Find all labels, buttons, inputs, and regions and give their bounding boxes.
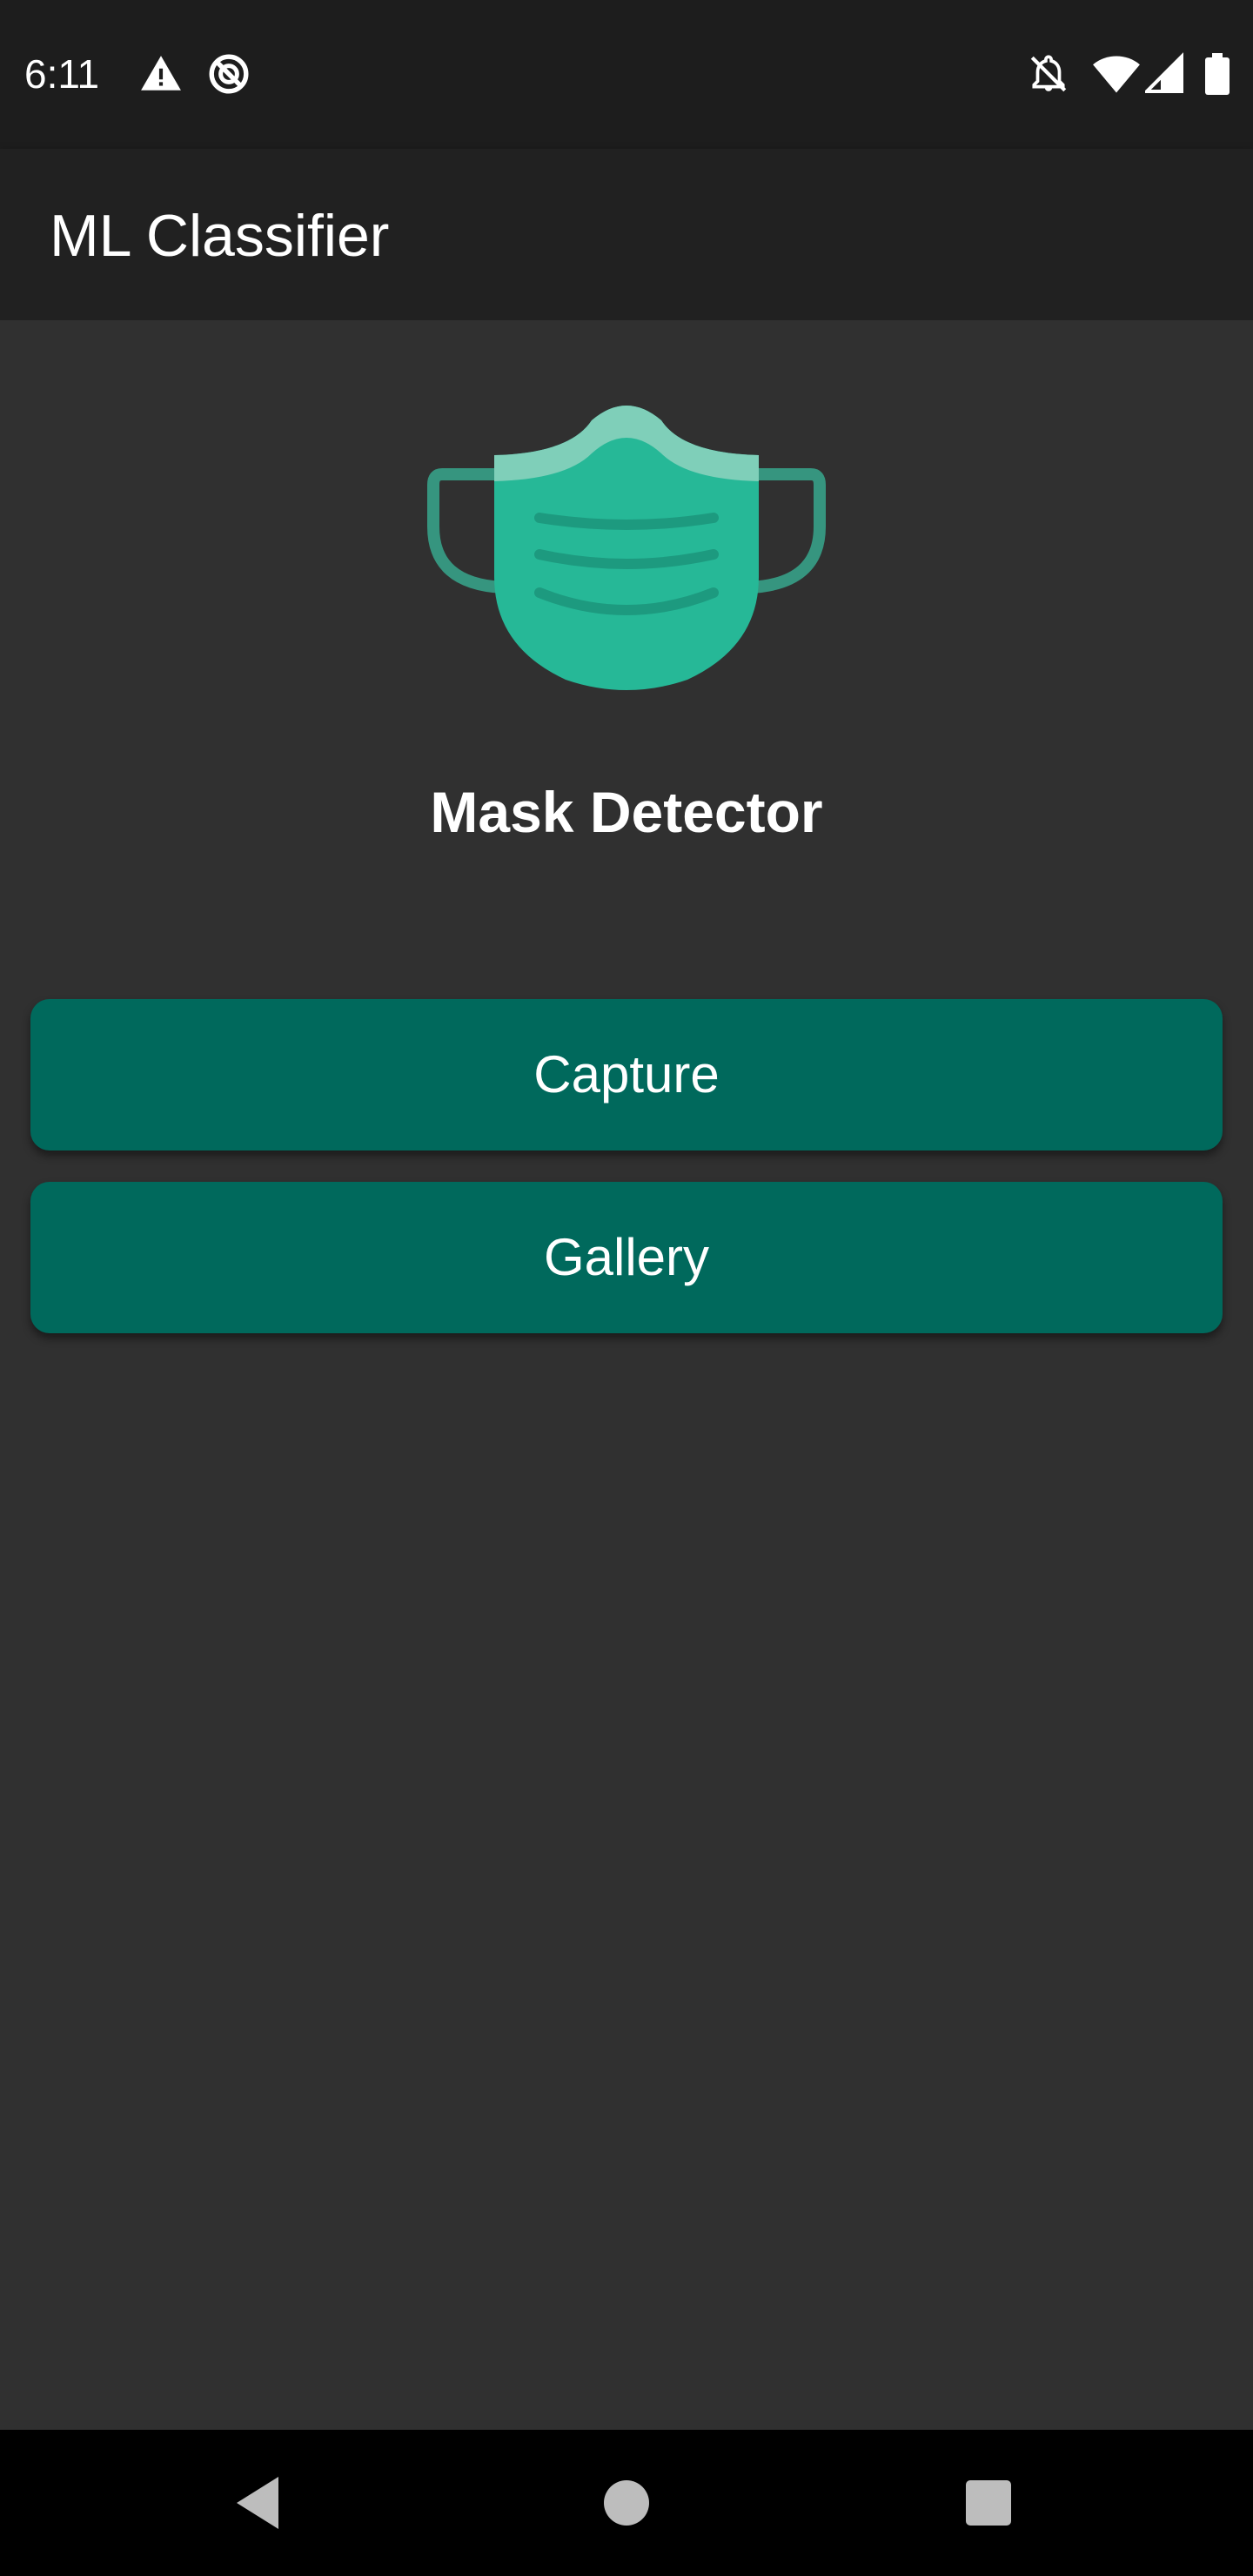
- no-disturb-circle-icon: [209, 54, 249, 94]
- recents-icon[interactable]: [954, 2468, 1023, 2538]
- cell-signal-icon: [1145, 52, 1183, 93]
- notifications-off-icon: [1030, 55, 1067, 92]
- warning-icon: [141, 56, 181, 91]
- status-bar: 6:11: [0, 0, 1253, 149]
- back-icon[interactable]: [226, 2468, 296, 2538]
- app-bar: ML Classifier: [0, 149, 1253, 320]
- gallery-button[interactable]: Gallery: [30, 1182, 1223, 1333]
- main-content: Mask Detector Capture Gallery: [0, 320, 1253, 2430]
- wifi-icon: [1093, 56, 1140, 93]
- battery-icon: [1205, 53, 1230, 95]
- capture-button[interactable]: Capture: [30, 999, 1223, 1150]
- navigation-bar: [0, 2430, 1253, 2576]
- status-time: 6:11: [24, 51, 100, 97]
- home-icon[interactable]: [592, 2468, 661, 2538]
- app-bar-title: ML Classifier: [50, 203, 390, 269]
- app-heading: Mask Detector: [430, 780, 823, 844]
- face-mask-icon: [427, 406, 826, 690]
